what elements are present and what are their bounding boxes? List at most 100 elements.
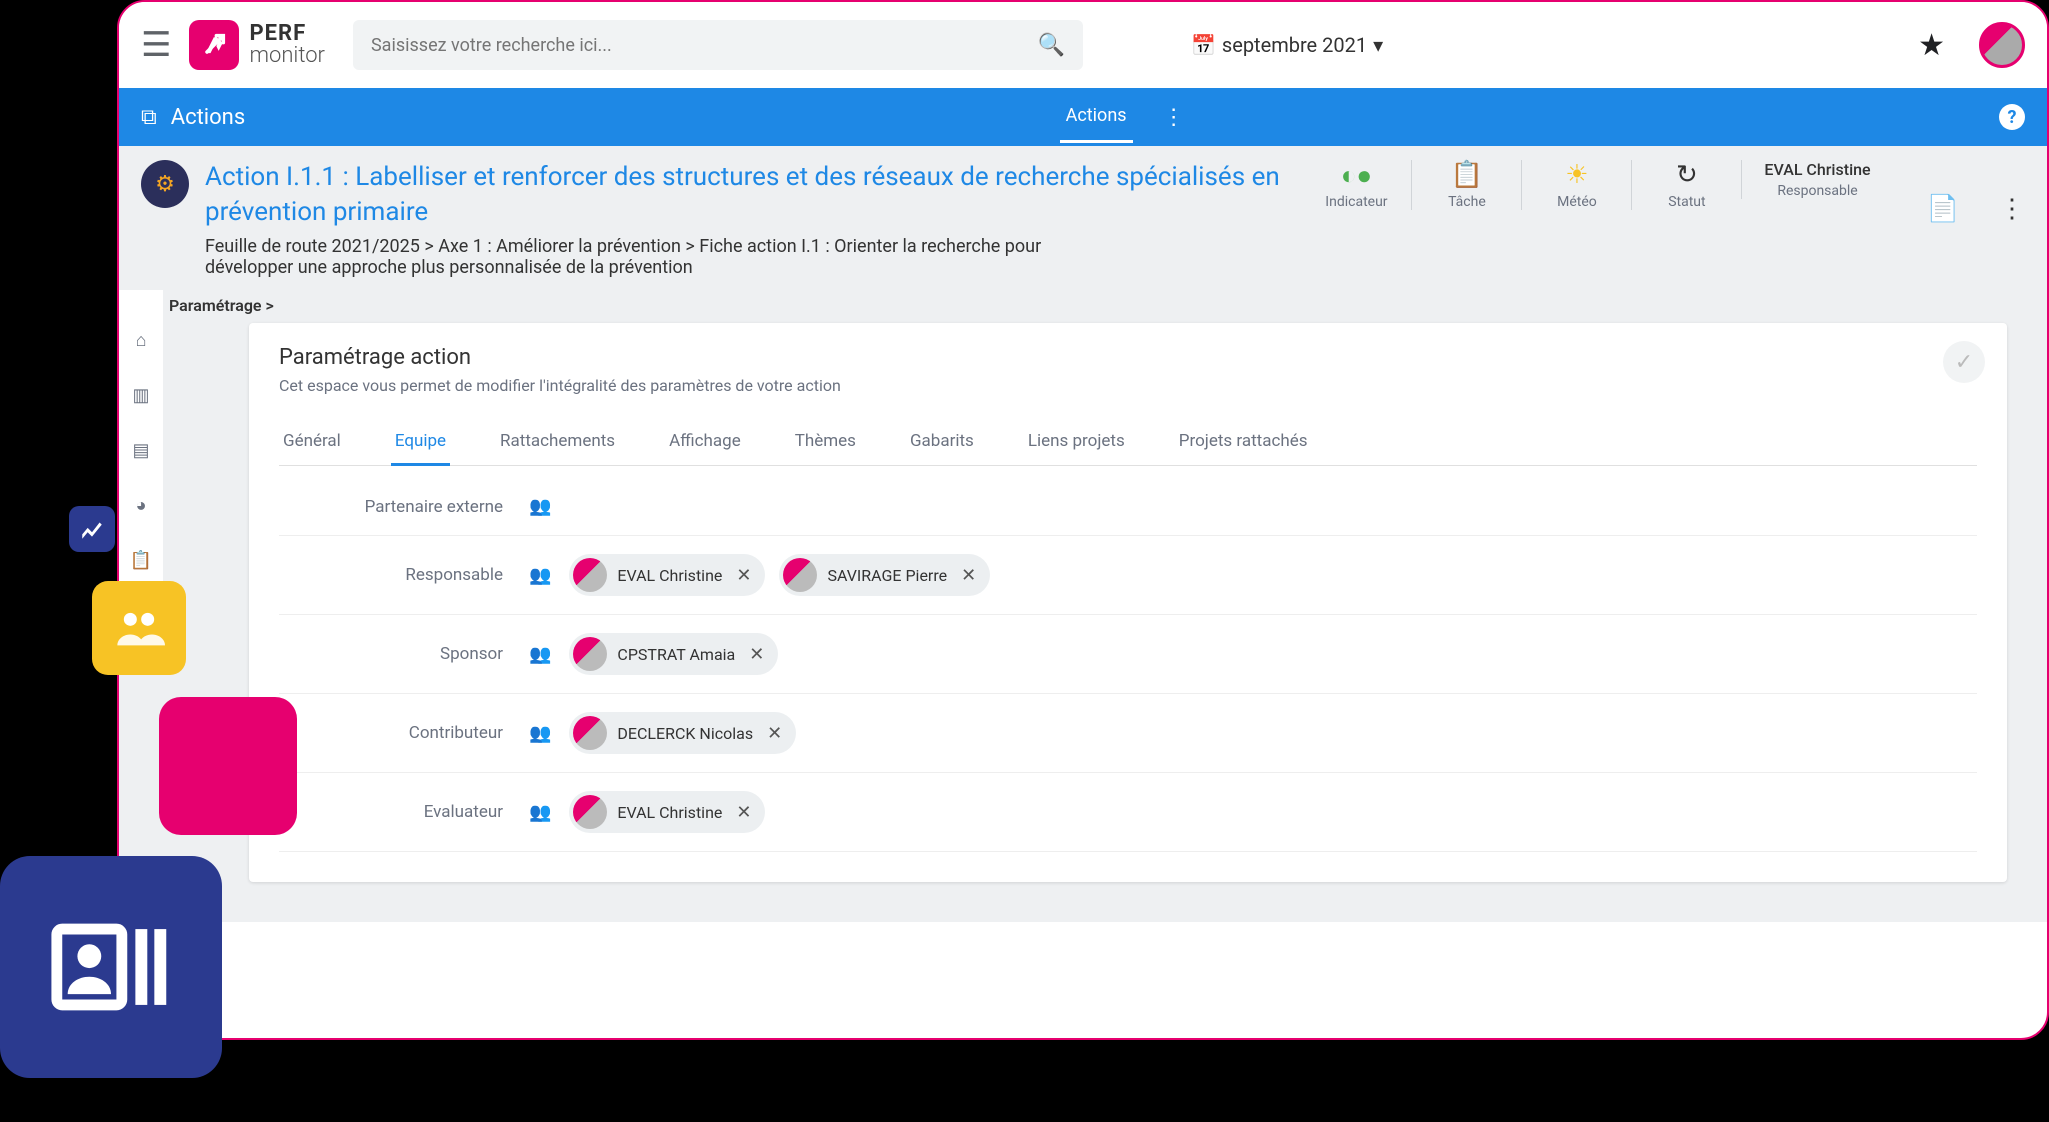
chip-avatar: [573, 795, 607, 829]
role-row: Sponsor👥 CPSTRAT Amaia ✕: [279, 615, 1977, 694]
person-chip[interactable]: SAVIRAGE Pierre✕: [779, 554, 990, 596]
role-row: Responsable👥EVAL Christine✕SAVIRAGE Pier…: [279, 536, 1977, 615]
header-right: ★: [1918, 22, 2025, 68]
chip-name: DECLERCK Nicolas: [617, 724, 753, 743]
calendar-icon: 📅: [1191, 33, 1216, 57]
chip-avatar: [573, 716, 607, 750]
chip-name: EVAL Christine: [617, 566, 722, 585]
logo-mark-icon: [189, 20, 239, 70]
role-label: Partenaire externe: [279, 497, 529, 517]
people-icon[interactable]: 👥: [529, 496, 551, 517]
action-title-block: Action I.1.1 : Labelliser et renforcer d…: [205, 160, 1285, 278]
section-tab-actions[interactable]: Actions: [1060, 91, 1133, 143]
person-chip[interactable]: DECLERCK Nicolas ✕: [569, 712, 796, 754]
rail-stack-icon[interactable]: ▤: [132, 440, 149, 461]
search-input[interactable]: [371, 35, 1038, 56]
tab-projets-rattachés[interactable]: Projets rattachés: [1175, 419, 1312, 465]
document-icon[interactable]: 📄: [1927, 194, 1959, 224]
metrics-row: ◐● Indicateur 📋 Tâche ☀ Météo ↻ Statut E…: [1301, 160, 1892, 210]
person-chip[interactable]: EVAL Christine ✕: [569, 554, 765, 596]
person-chip[interactable]: CPSTRAT Amaia ✕: [569, 633, 778, 675]
top-header: ☰ PERF monitor 🔍 📅 septembre 2021 ▾ ★: [119, 2, 2047, 88]
panel-subtitle: Cet espace vous permet de modifier l'int…: [279, 376, 1977, 395]
clock-icon: ↻: [1676, 160, 1698, 190]
chip-remove-icon[interactable]: ✕: [749, 644, 764, 665]
app-logo[interactable]: PERF monitor: [189, 20, 325, 70]
section-more-icon[interactable]: ⋮: [1163, 105, 1185, 130]
logo-text: PERF monitor: [249, 23, 325, 67]
people-icon[interactable]: 👥: [529, 565, 551, 586]
chips-container: DECLERCK Nicolas ✕: [569, 712, 796, 754]
action-header: ⚙ Action I.1.1 : Labelliser et renforcer…: [119, 146, 2047, 288]
metric-meteo[interactable]: ☀ Météo: [1521, 160, 1631, 210]
section-title-block: ⧉ Actions: [141, 105, 245, 130]
user-avatar[interactable]: [1979, 22, 2025, 68]
role-label: Evaluateur: [279, 802, 529, 822]
role-label: Sponsor: [279, 644, 529, 664]
tab-liens-projets[interactable]: Liens projets: [1024, 419, 1129, 465]
people-icon[interactable]: 👥: [529, 723, 551, 744]
sub-breadcrumb[interactable]: Paramétrage >: [119, 288, 2047, 323]
role-label: Responsable: [279, 565, 529, 585]
float-pink-badge: [159, 697, 297, 835]
app-window: ☰ PERF monitor 🔍 📅 septembre 2021 ▾ ★ ⧉: [117, 0, 2049, 1040]
chip-avatar: [573, 637, 607, 671]
menu-icon[interactable]: ☰: [141, 25, 171, 65]
tab-thèmes[interactable]: Thèmes: [791, 419, 860, 465]
logo-line1: PERF: [249, 23, 325, 45]
chevron-down-icon: ▾: [1373, 33, 1383, 57]
chip-remove-icon[interactable]: ✕: [736, 565, 751, 586]
chip-remove-icon[interactable]: ✕: [767, 723, 782, 744]
tab-gabarits[interactable]: Gabarits: [906, 419, 978, 465]
chips-container: EVAL Christine✕: [569, 791, 765, 833]
tab-equipe[interactable]: Equipe: [391, 419, 450, 466]
tab-général[interactable]: Général: [279, 419, 345, 465]
chips-container: EVAL Christine✕SAVIRAGE Pierre✕: [569, 554, 990, 596]
clipboard-icon: 📋: [1451, 160, 1483, 190]
logo-line2: monitor: [249, 45, 325, 67]
role-row: Contributeur👥 DECLERCK Nicolas ✕: [279, 694, 1977, 773]
favorite-icon[interactable]: ★: [1918, 28, 1945, 63]
tab-rattachements[interactable]: Rattachements: [496, 419, 619, 465]
section-bar: ⧉ Actions Actions ⋮ ?: [119, 88, 2047, 146]
action-icon: ⚙: [141, 160, 189, 208]
confirm-button[interactable]: ✓: [1943, 341, 1985, 383]
left-rail: ⌂ ▥ ▤ ◕ 📋 ⚙: [119, 290, 163, 626]
panel-tabs: Général Equipe Rattachements Affichage Thème…: [279, 419, 1977, 466]
rail-home-icon[interactable]: ⌂: [136, 330, 147, 351]
search-box[interactable]: 🔍: [353, 20, 1083, 70]
role-label: Contributeur: [279, 723, 529, 743]
content-area: ⚙ Action I.1.1 : Labelliser et renforcer…: [119, 146, 2047, 922]
date-label: septembre 2021: [1222, 33, 1367, 57]
rail-dashboard-icon[interactable]: ◕: [136, 495, 147, 516]
date-picker[interactable]: 📅 septembre 2021 ▾: [1191, 33, 1383, 57]
help-icon[interactable]: ?: [1999, 104, 2025, 130]
layers-icon: ⧉: [141, 105, 157, 130]
float-team-icon: [92, 581, 186, 675]
metric-responsable[interactable]: EVAL Christine Responsable: [1741, 160, 1892, 199]
rail-card-icon[interactable]: ▥: [132, 385, 149, 406]
rail-clipboard-icon[interactable]: 📋: [130, 550, 152, 571]
metric-statut[interactable]: ↻ Statut: [1631, 160, 1741, 210]
metric-tache[interactable]: 📋 Tâche: [1411, 160, 1521, 210]
panel-title: Paramétrage action: [279, 345, 1977, 370]
person-chip[interactable]: EVAL Christine✕: [569, 791, 765, 833]
action-title: Action I.1.1 : Labelliser et renforcer d…: [205, 160, 1285, 230]
sun-icon: ☀: [1565, 160, 1588, 190]
chip-remove-icon[interactable]: ✕: [961, 565, 976, 586]
metric-indicateur[interactable]: ◐● Indicateur: [1301, 160, 1411, 210]
more-vert-icon[interactable]: ⋮: [1999, 194, 2025, 224]
chips-container: CPSTRAT Amaia ✕: [569, 633, 778, 675]
search-icon[interactable]: 🔍: [1038, 33, 1065, 58]
chip-remove-icon[interactable]: ✕: [736, 802, 751, 823]
float-contacts-icon: [0, 856, 222, 1078]
gauge-icon: ◐●: [1341, 160, 1372, 190]
people-icon[interactable]: 👥: [529, 644, 551, 665]
people-icon[interactable]: 👥: [529, 802, 551, 823]
chip-name: CPSTRAT Amaia: [617, 645, 735, 664]
settings-panel: ✓ Paramétrage action Cet espace vous per…: [249, 323, 2007, 882]
tab-affichage[interactable]: Affichage: [665, 419, 745, 465]
float-analytics-icon: [69, 506, 115, 552]
chip-avatar: [573, 558, 607, 592]
section-title: Actions: [171, 105, 245, 130]
